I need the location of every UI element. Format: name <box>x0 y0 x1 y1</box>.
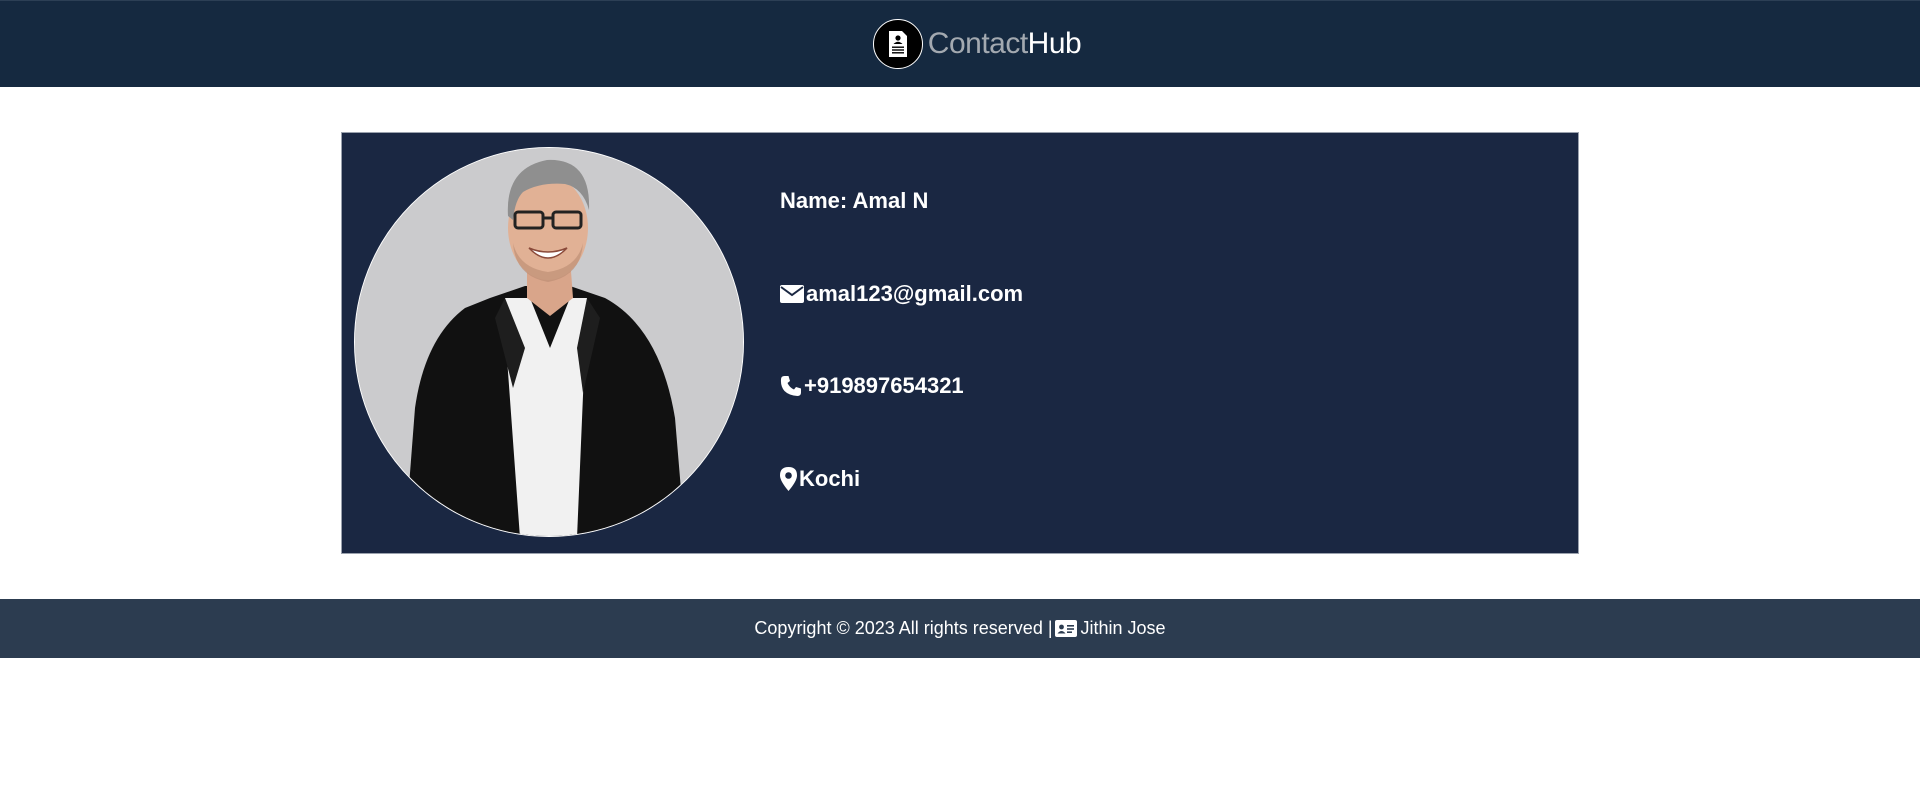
contact-card: Name: Amal N amal123@gmail.com +91989765… <box>341 132 1579 554</box>
brand-name-part2: Hub <box>1027 27 1082 60</box>
footer: Copyright © 2023 All rights reserved | J… <box>0 599 1920 658</box>
contact-location-row: Kochi <box>780 466 860 492</box>
brand[interactable]: ContactHub <box>872 19 1082 69</box>
footer-author[interactable]: Jithin Jose <box>1081 618 1166 639</box>
map-pin-icon <box>780 467 797 491</box>
profile-photo <box>354 147 744 537</box>
contact-name-text: Name: Amal N <box>780 188 929 213</box>
contact-email-row[interactable]: amal123@gmail.com <box>780 281 1023 307</box>
header: ContactHub <box>0 0 1920 87</box>
contact-location: Kochi <box>799 466 861 491</box>
contact-card-icon <box>872 19 923 69</box>
brand-name: ContactHub <box>927 27 1082 60</box>
envelope-icon <box>780 285 804 303</box>
contact-email[interactable]: amal123@gmail.com <box>806 281 1023 307</box>
contact-phone[interactable]: +919897654321 <box>804 373 964 399</box>
contact-name: Name: Amal N <box>780 188 928 214</box>
id-card-icon <box>1054 620 1077 637</box>
contact-phone-row[interactable]: +919897654321 <box>780 373 964 399</box>
phone-icon <box>780 375 802 397</box>
footer-copyright: Copyright © 2023 All rights reserved | <box>754 618 1053 638</box>
brand-name-part1: Contact <box>927 27 1028 60</box>
